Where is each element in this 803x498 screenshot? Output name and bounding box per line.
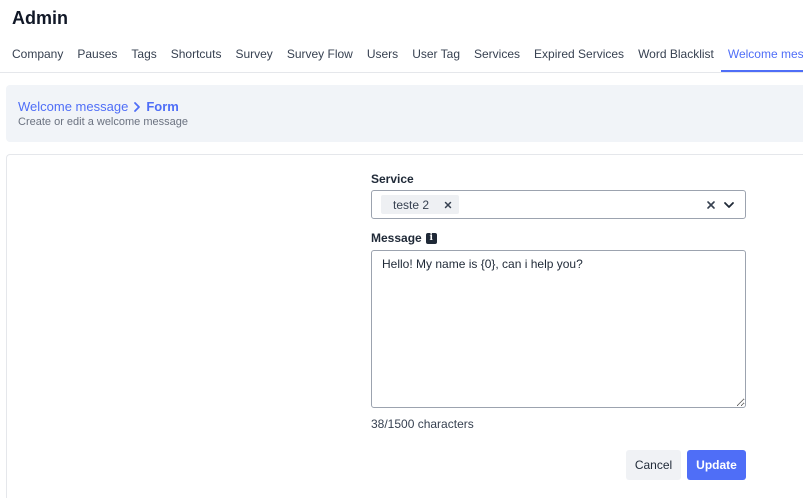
breadcrumb-current: Form xyxy=(146,99,179,114)
service-chip: teste 2 xyxy=(381,195,460,214)
tab-services[interactable]: Services xyxy=(467,40,527,72)
info-icon[interactable]: i xyxy=(425,232,437,244)
chevron-right-icon xyxy=(134,101,141,112)
message-label: Message xyxy=(371,231,422,245)
tab-word-blacklist[interactable]: Word Blacklist xyxy=(631,40,721,72)
tab-survey[interactable]: Survey xyxy=(228,40,279,72)
update-button[interactable]: Update xyxy=(687,450,746,480)
page-subtitle: Create or edit a welcome message xyxy=(18,116,188,128)
service-select[interactable]: teste 2 xyxy=(371,190,746,219)
clear-selection-icon[interactable] xyxy=(706,200,716,210)
cancel-button[interactable]: Cancel xyxy=(626,450,681,480)
service-chip-label: teste 2 xyxy=(393,197,430,212)
tab-shortcuts[interactable]: Shortcuts xyxy=(164,40,229,72)
chevron-down-icon[interactable] xyxy=(723,199,735,211)
message-textarea[interactable]: Hello! My name is {0}, can i help you? xyxy=(371,250,746,408)
character-count: 38/1500 characters xyxy=(371,417,474,431)
tab-user-tag[interactable]: User Tag xyxy=(405,40,467,72)
tab-tags[interactable]: Tags xyxy=(124,40,163,72)
tab-users[interactable]: Users xyxy=(360,40,405,72)
tab-company[interactable]: Company xyxy=(5,40,70,72)
admin-tabs: Company Pauses Tags Shortcuts Survey Sur… xyxy=(0,40,803,73)
tab-survey-flow[interactable]: Survey Flow xyxy=(280,40,360,72)
message-label-row: Message i xyxy=(371,231,437,245)
page-title: Admin xyxy=(12,8,68,28)
tab-welcome-message[interactable]: Welcome message xyxy=(720,40,803,72)
breadcrumb: Welcome message Form xyxy=(18,99,179,114)
tab-expired-services[interactable]: Expired Services xyxy=(527,40,631,72)
service-label: Service xyxy=(371,172,414,186)
close-icon[interactable] xyxy=(443,200,453,210)
tab-pauses[interactable]: Pauses xyxy=(70,40,124,72)
breadcrumb-link-welcome-message[interactable]: Welcome message xyxy=(18,99,128,114)
breadcrumb-panel: Welcome message Form Create or edit a we… xyxy=(6,85,803,142)
